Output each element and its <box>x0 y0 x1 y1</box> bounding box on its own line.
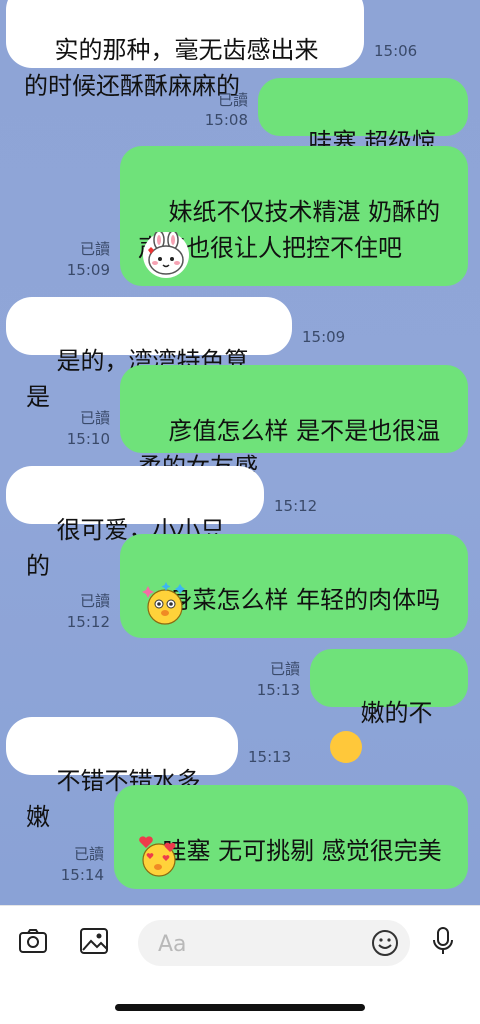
hand-over-mouth-emoji-icon <box>330 731 362 826</box>
chat-area[interactable]: 实的那种，毫无齿感出来 的时候还酥酥麻麻的 15:06 已讀 15:08 哇塞 … <box>0 0 480 905</box>
message-time: 15:09 <box>66 261 110 279</box>
read-receipt: 已讀 <box>79 592 110 610</box>
message-input[interactable] <box>156 920 360 968</box>
message-time: 15:12 <box>66 613 110 631</box>
bunny-face-sticker-icon <box>143 232 189 278</box>
incoming-message-bubble[interactable]: 实的那种，毫无齿感出来 的时候还酥酥麻麻的 <box>6 0 364 100</box>
message-time: 15:10 <box>66 430 110 448</box>
read-receipt: 已讀 <box>269 660 300 678</box>
message-input-container <box>138 920 410 968</box>
home-indicator <box>115 1004 365 1011</box>
outgoing-message-bubble[interactable]: 嫩的不 <box>310 649 468 826</box>
message-text: 哇塞 无可挑剔 感觉很完美 <box>162 837 442 865</box>
read-receipt: 已讀 <box>217 91 248 109</box>
microphone-icon[interactable] <box>428 926 458 956</box>
outgoing-message-bubble[interactable]: 彦值怎么样 是不是也很温 柔的女友感 <box>120 365 468 481</box>
message-time: 15:06 <box>374 42 418 60</box>
message-time: 15:13 <box>248 748 292 766</box>
camera-icon[interactable] <box>18 926 48 956</box>
read-receipt: 已讀 <box>73 845 104 863</box>
incoming-message-bubble[interactable]: 不错不错水多嫩 <box>6 717 238 831</box>
incoming-message-bubble[interactable]: 很可爱，小小只的 <box>6 466 264 580</box>
heart-eyes-chick-sticker-icon <box>134 830 184 880</box>
message-time: 15:13 <box>256 681 300 699</box>
message-text: 嫩的不 <box>360 699 433 727</box>
dazzled-chick-sticker-icon <box>140 578 190 628</box>
message-text: 身菜怎么样 年轻的肉体吗 <box>168 586 441 614</box>
message-time: 15:14 <box>60 866 104 884</box>
incoming-message-bubble[interactable]: 是的，湾湾特色算是 <box>6 297 292 411</box>
message-time: 15:08 <box>204 111 248 129</box>
message-input-bar <box>0 905 480 976</box>
read-receipt: 已讀 <box>79 409 110 427</box>
image-icon[interactable] <box>79 926 109 956</box>
outgoing-message-bubble[interactable]: 哇塞 超级惊喜 <box>258 78 468 192</box>
message-time: 15:09 <box>302 328 346 346</box>
emoji-icon[interactable] <box>370 928 400 958</box>
message-time: 15:12 <box>274 497 318 515</box>
read-receipt: 已讀 <box>79 240 110 258</box>
